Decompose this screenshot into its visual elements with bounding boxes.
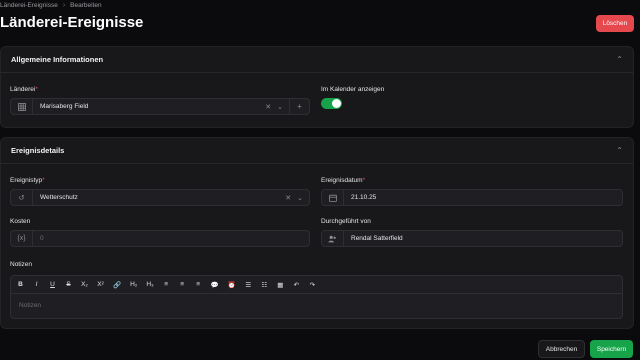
- costs-value: 0: [40, 235, 44, 242]
- cancel-button[interactable]: Abbrechen: [538, 340, 585, 358]
- clock-icon[interactable]: ⏰: [228, 281, 236, 289]
- table-icon[interactable]: ▦: [277, 281, 284, 289]
- clear-icon[interactable]: ✕: [285, 194, 291, 202]
- event-date-label: Ereignisdatum*: [321, 177, 366, 184]
- breadcrumb-item-edit: Bearbeiten: [70, 2, 102, 9]
- page-title: Länderei-Ereignisse: [0, 14, 144, 31]
- align-left-icon[interactable]: ≡: [163, 281, 170, 288]
- chevron-up-icon[interactable]: ⌃: [616, 55, 623, 64]
- notes-placeholder[interactable]: Notizen: [11, 294, 622, 317]
- notes-editor[interactable]: B I U S X₂ X² 🔗 H₂ H₃ ≡ ≡ ≡ 💬 ⏰ ☰ ☷ ▦ ↶ …: [10, 275, 623, 319]
- event-type-label: Ereignistyp*: [10, 177, 45, 184]
- undo-icon[interactable]: ↶: [293, 281, 300, 289]
- costs-label: Kosten: [10, 218, 31, 225]
- event-date-field[interactable]: 21.10.25: [321, 189, 623, 206]
- event-type-value: Wetterschutz: [40, 194, 78, 201]
- variable-icon: {x}: [11, 231, 33, 246]
- align-right-icon[interactable]: ≡: [195, 281, 202, 288]
- event-details-header[interactable]: Ereignisdetails ⌃: [1, 138, 633, 164]
- estate-label: Länderei*: [10, 86, 38, 93]
- estate-select[interactable]: Marisaberg Field ✕ ⌄ +: [10, 98, 310, 115]
- delete-button[interactable]: Löschen: [596, 15, 634, 32]
- performed-by-label: Durchgeführt von: [321, 218, 371, 225]
- chevron-down-icon[interactable]: ⌄: [277, 103, 283, 111]
- breadcrumb-item-events[interactable]: Länderei-Ereignisse: [0, 2, 58, 9]
- superscript-icon[interactable]: X²: [97, 281, 104, 288]
- subscript-icon[interactable]: X₂: [81, 281, 88, 288]
- event-type-select[interactable]: ↺ Wetterschutz ✕ ⌄: [10, 189, 310, 206]
- calendar-icon: [322, 190, 344, 205]
- toggle-knob: [332, 99, 341, 108]
- breadcrumb: Länderei-Ereignisse › Bearbeiten: [0, 2, 102, 9]
- save-button[interactable]: Speichern: [590, 340, 633, 358]
- history-icon: ↺: [11, 190, 33, 205]
- section-title: Ereignisdetails: [11, 146, 65, 155]
- bold-icon[interactable]: B: [17, 281, 24, 288]
- quote-icon[interactable]: 💬: [211, 281, 219, 289]
- general-info-section: Allgemeine Informationen ⌃: [0, 46, 634, 128]
- add-estate-icon[interactable]: +: [289, 99, 309, 114]
- link-icon[interactable]: 🔗: [113, 281, 121, 289]
- users-icon: [322, 231, 344, 246]
- performed-by-value: Rendal Satterfield: [351, 235, 403, 242]
- calendar-label: Im Kalender anzeigen: [321, 86, 385, 93]
- costs-input[interactable]: {x} 0: [10, 230, 310, 247]
- event-date-value: 21.10.25: [351, 194, 377, 201]
- general-info-header[interactable]: Allgemeine Informationen ⌃: [1, 47, 633, 73]
- italic-icon[interactable]: I: [33, 281, 40, 288]
- performed-by-field[interactable]: Rendal Satterfield: [321, 230, 623, 247]
- chevron-up-icon[interactable]: ⌃: [616, 146, 623, 155]
- underline-icon[interactable]: U: [49, 281, 56, 288]
- section-title: Allgemeine Informationen: [11, 55, 104, 64]
- heading2-icon[interactable]: H₂: [130, 281, 137, 288]
- align-center-icon[interactable]: ≡: [179, 281, 186, 288]
- clear-icon[interactable]: ✕: [265, 103, 271, 111]
- estate-value: Marisaberg Field: [40, 103, 89, 110]
- ordered-list-icon[interactable]: ☷: [261, 281, 268, 289]
- chevron-down-icon[interactable]: ⌄: [297, 194, 303, 202]
- heading3-icon[interactable]: H₃: [146, 281, 153, 288]
- strikethrough-icon[interactable]: S: [65, 281, 72, 288]
- breadcrumb-separator-icon: ›: [62, 2, 66, 9]
- redo-icon[interactable]: ↷: [309, 281, 316, 289]
- bullet-list-icon[interactable]: ☰: [245, 281, 252, 289]
- calendar-toggle[interactable]: [321, 98, 342, 109]
- editor-toolbar: B I U S X₂ X² 🔗 H₂ H₃ ≡ ≡ ≡ 💬 ⏰ ☰ ☷ ▦ ↶ …: [11, 276, 622, 294]
- notes-label: Notizen: [10, 261, 33, 268]
- grid-icon: [11, 99, 33, 114]
